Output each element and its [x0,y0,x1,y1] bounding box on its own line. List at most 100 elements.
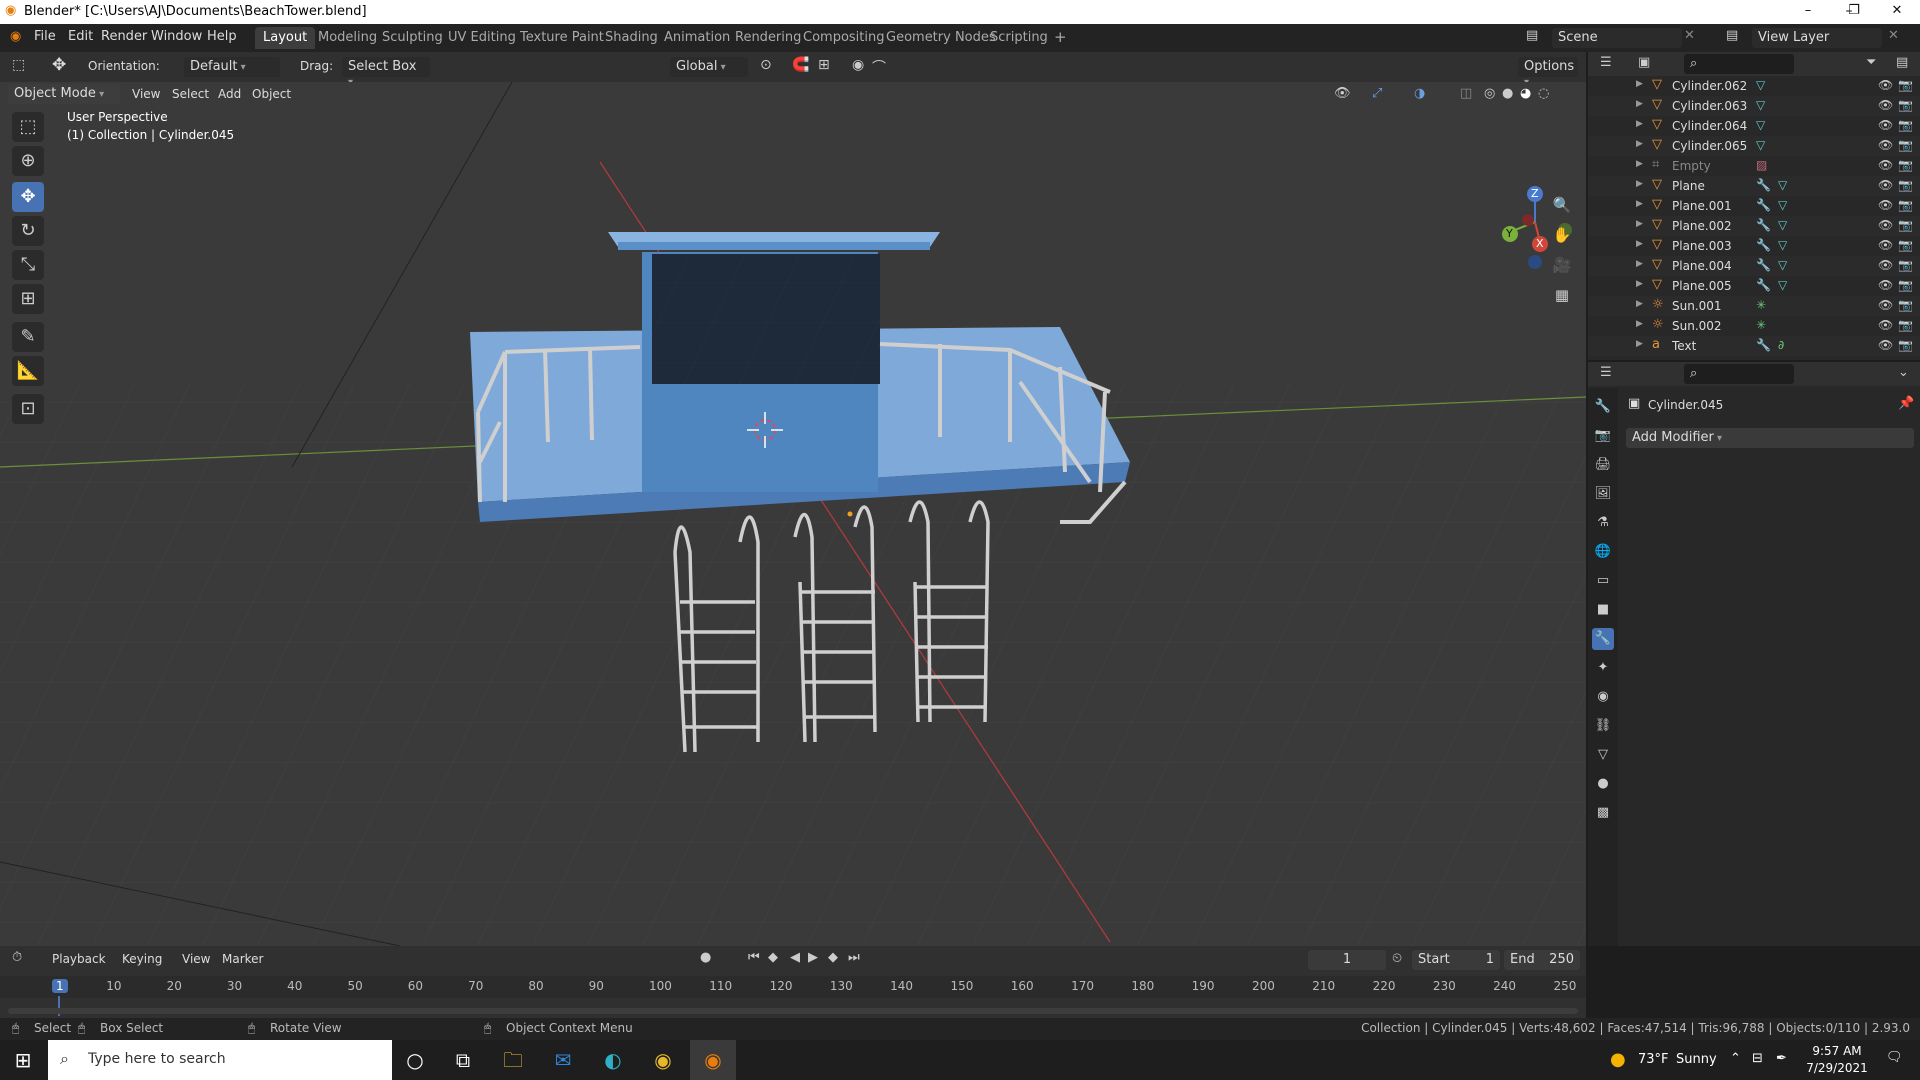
add-workspace-button[interactable]: + [1046,25,1075,47]
outliner-row[interactable]: ▶ ▽ Cylinder.065 ▽ 👁 📷 [1588,136,1920,156]
expand-arrow-icon[interactable]: ▶ [1636,79,1643,89]
move-tool[interactable]: ✥ [12,182,44,212]
transform-tool[interactable]: ⊞ [12,284,44,314]
properties-tab-render[interactable]: 📷 [1592,425,1614,447]
properties-tab-tool[interactable]: 🔧 [1592,396,1614,418]
properties-tab-scene[interactable]: ⚗ [1592,512,1614,534]
weather-condition[interactable]: Sunny [1676,1052,1717,1067]
next-keyframe-icon[interactable]: ◆ [828,950,838,965]
filter-icon[interactable]: ⏷ [1866,55,1876,70]
expand-arrow-icon[interactable]: ▶ [1636,159,1643,169]
pivot-point-icon[interactable]: ⊙ [760,57,772,73]
outliner-search-input[interactable]: ⌕ [1684,54,1794,74]
outliner-row[interactable]: ▶ ▽ Plane.004 🔧 ▽ 👁 📷 [1588,256,1920,276]
chrome-button[interactable]: ◉ [640,1040,686,1080]
mesh-data-icon[interactable]: ▽ [1778,218,1787,232]
render-camera-icon[interactable]: 📷 [1898,118,1913,132]
expand-arrow-icon[interactable]: ▶ [1636,319,1643,329]
proportional-edit-icon[interactable]: ◉ [852,57,864,73]
tray-pen-icon[interactable]: ✒ [1776,1051,1787,1066]
blender-taskbar-button[interactable]: ◉ [690,1040,736,1080]
restore-button[interactable]: ❐ [1831,0,1877,24]
visibility-eye-icon[interactable]: 👁 [1878,98,1893,112]
visibility-eye-icon[interactable]: 👁 [1878,138,1893,152]
play-icon[interactable]: ▶ [808,950,818,965]
visibility-eye-icon[interactable]: 👁 [1878,178,1893,192]
snap-target-icon[interactable]: ⊞ [818,57,830,73]
expand-arrow-icon[interactable]: ▶ [1636,259,1643,269]
properties-tab-data[interactable]: ▽ [1592,744,1614,766]
prev-keyframe-icon[interactable]: ◆ [768,950,778,965]
visibility-eye-icon[interactable]: 👁 [1878,238,1893,252]
outliner-row[interactable]: ▶ ⌗ Empty ▨ 👁 📷 [1588,156,1920,176]
visibility-eye-icon[interactable]: 👁 [1878,278,1893,292]
properties-tab-world[interactable]: 🌐 [1592,541,1614,563]
start-button[interactable]: ⊞ [0,1040,46,1080]
scene-selector-icon[interactable]: ▤ [1526,28,1538,43]
visibility-icon[interactable]: 👁 [1334,86,1351,101]
gizmo-x-label[interactable]: X [1536,237,1544,250]
viewport-menu-select[interactable]: Select [172,87,209,101]
visibility-eye-icon[interactable]: 👁 [1878,298,1893,312]
sun-data-icon[interactable]: ✳ [1756,298,1766,312]
modifier-icon[interactable]: 🔧 [1756,338,1771,352]
menu-file[interactable]: File [34,29,56,44]
camera-view-button[interactable]: 🎥 [1549,252,1575,278]
ortho-toggle-button[interactable]: ▦ [1549,282,1575,308]
measure-tool[interactable]: 📐 [12,356,44,386]
add-modifier-dropdown[interactable]: Add Modifier [1626,428,1914,448]
start-frame-field[interactable]: Start 1 [1412,950,1500,970]
weather-temp[interactable]: 73°F [1638,1052,1669,1067]
viewport-menu-object[interactable]: Object [252,87,291,101]
modifier-icon[interactable]: 🔧 [1756,178,1771,192]
expand-arrow-icon[interactable]: ▶ [1636,179,1643,189]
add-cube-tool[interactable]: ⊡ [12,394,44,424]
outliner-row[interactable]: ▶ ▽ Plane.003 🔧 ▽ 👁 📷 [1588,236,1920,256]
visibility-eye-icon[interactable]: 👁 [1878,258,1893,272]
xray-icon[interactable]: ◫ [1460,86,1472,101]
mesh-data-icon[interactable]: ▽ [1756,98,1765,112]
scale-tool[interactable]: ⤡ [12,250,44,280]
task-view-button[interactable]: ⧉ [440,1040,486,1080]
object-mode-dropdown[interactable]: Object Mode [8,84,120,104]
pin-icon[interactable]: 📌 [1898,396,1914,411]
timeline-scrollbar[interactable] [8,1008,1578,1014]
properties-tab-physics[interactable]: ◉ [1592,686,1614,708]
viewport-menu-add[interactable]: Add [218,87,241,101]
properties-tab-modifier[interactable]: 🔧 [1592,628,1614,650]
render-camera-icon[interactable]: 📷 [1898,278,1913,292]
delete-view-layer-icon[interactable]: ✕ [1888,28,1899,43]
mesh-data-icon[interactable]: ▽ [1778,258,1787,272]
render-camera-icon[interactable]: 📷 [1898,258,1913,272]
timeline-menu-view[interactable]: View [182,952,210,966]
render-camera-icon[interactable]: 📷 [1898,238,1913,252]
properties-tab-particles[interactable]: ✦ [1592,657,1614,679]
cortana-button[interactable]: ○ [392,1040,438,1080]
material-shading-icon[interactable]: ◕ [1520,86,1531,101]
falloff-icon[interactable]: ⌒ [872,57,886,77]
timeline-menu-keying[interactable]: Keying [122,952,162,966]
timeline-menu-marker[interactable]: Marker [222,952,263,966]
expand-arrow-icon[interactable]: ▶ [1636,299,1643,309]
mesh-data-icon[interactable]: ▽ [1778,198,1787,212]
outliner-row[interactable]: ▶ ▽ Plane 🔧 ▽ 👁 📷 [1588,176,1920,196]
new-collection-icon[interactable]: ▤ [1896,55,1908,70]
render-camera-icon[interactable]: 📷 [1898,138,1913,152]
notifications-icon[interactable]: 🗨 [1886,1050,1903,1065]
expand-arrow-icon[interactable]: ▶ [1636,339,1643,349]
snap-icon[interactable]: 🧲 [792,57,809,73]
weather-sun-icon[interactable]: ● [1610,1049,1626,1070]
outliner-row[interactable]: ▶ ▽ Plane.005 🔧 ▽ 👁 📷 [1588,276,1920,296]
expand-arrow-icon[interactable]: ▶ [1636,139,1643,149]
tray-chevron-icon[interactable]: ⌃ [1730,1051,1741,1066]
select-box-tool[interactable]: ⬚ [12,112,44,142]
render-camera-icon[interactable]: 📷 [1898,158,1913,172]
properties-tab-collection[interactable]: ▭ [1592,570,1614,592]
zoom-button[interactable]: 🔍 [1549,192,1575,218]
mesh-data-icon[interactable]: ▽ [1778,238,1787,252]
delete-scene-icon[interactable]: ✕ [1684,28,1695,43]
edge-button[interactable]: ◐ [590,1040,636,1080]
menu-window[interactable]: Window [151,29,202,44]
frame-ruler[interactable]: 1 10 20 30 40 50 60 70 80 90 100 110 120 130 140 150 160… [0,976,1586,1016]
gizmo-z-label[interactable]: Z [1531,187,1539,200]
